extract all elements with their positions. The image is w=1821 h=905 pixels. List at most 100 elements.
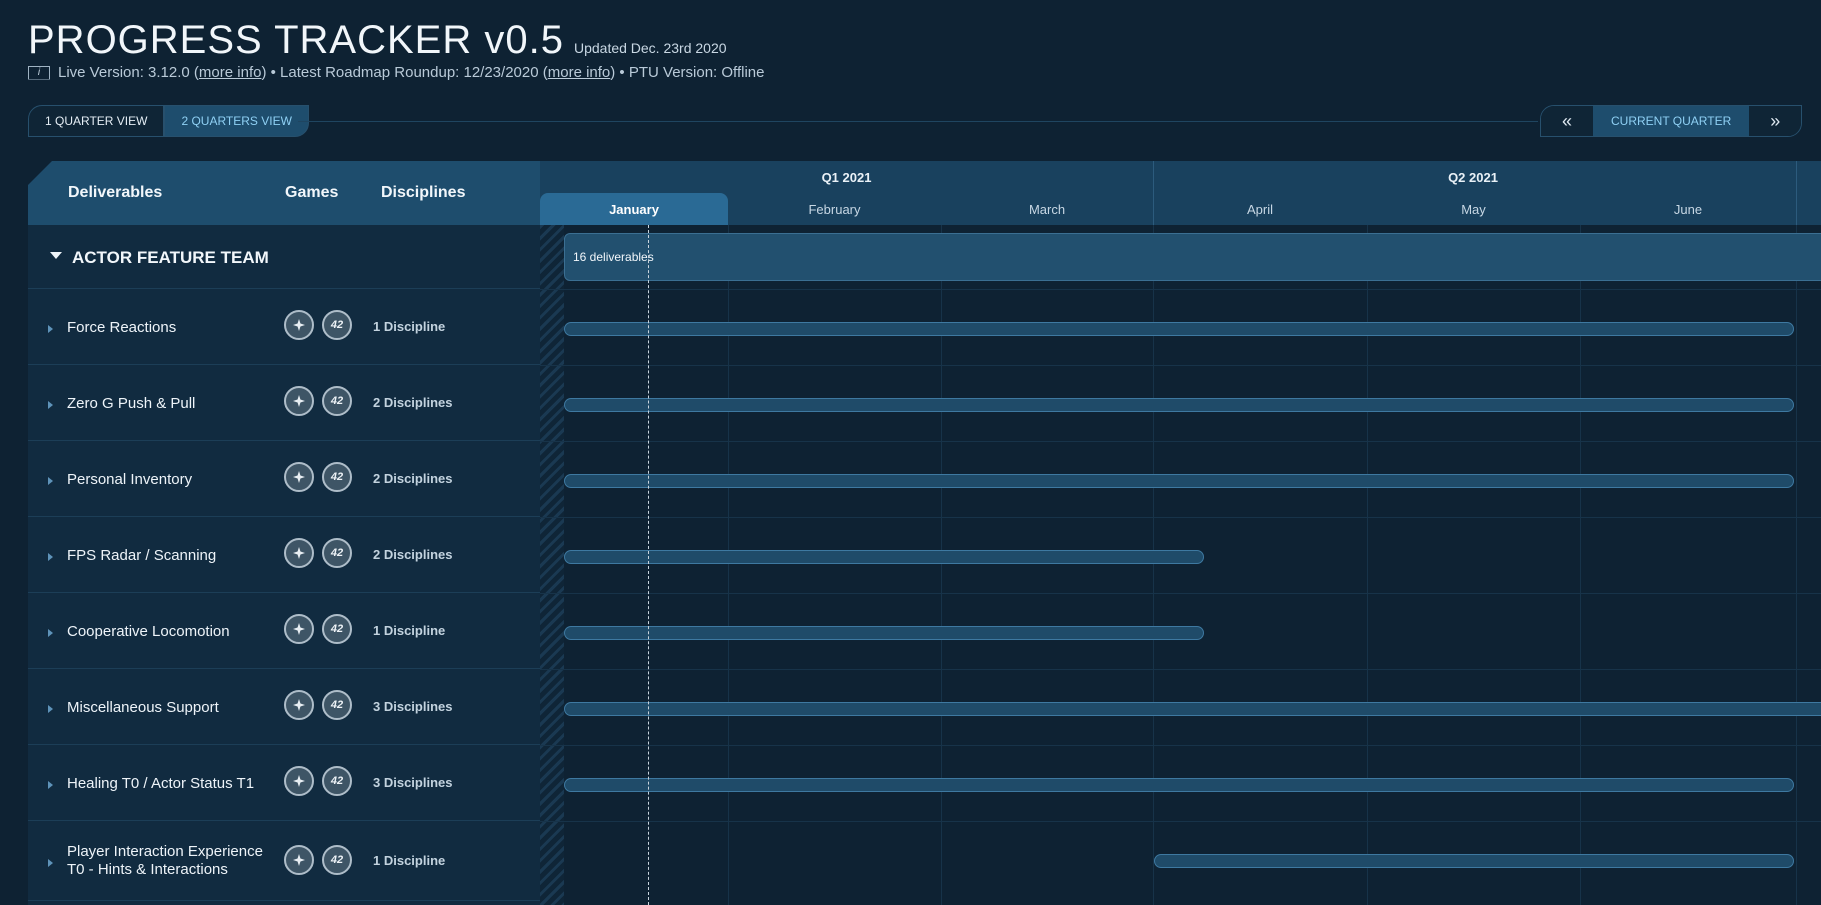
chevron-right-icon: [48, 553, 53, 561]
quarter-label: Q1 2021: [821, 170, 872, 185]
more-info-link-live[interactable]: more info: [199, 64, 262, 81]
updated-date: Updated Dec. 23rd 2020: [573, 40, 727, 56]
column-deliverables[interactable]: Deliverables: [68, 184, 162, 202]
list-item[interactable]: Cooperative Locomotion 42 1 Discipline: [28, 593, 540, 669]
squadron-42-icon: 42: [322, 690, 352, 720]
chevron-right-icon: [48, 705, 53, 713]
info-icon: i: [28, 65, 50, 80]
divider: [298, 121, 1538, 122]
star-citizen-icon: [284, 845, 314, 875]
star-citizen-icon: [284, 386, 314, 416]
discipline-count: 1 Discipline: [373, 853, 446, 868]
star-citizen-icon: [284, 538, 314, 568]
column-disciplines[interactable]: Disciplines: [381, 184, 465, 202]
timeline-header: Q1 2021 Q2 2021 January February March A…: [540, 161, 1821, 225]
deliverable-name: FPS Radar / Scanning: [67, 547, 217, 564]
deliverable-name: Zero G Push & Pull: [67, 395, 196, 412]
discipline-count: 3 Disciplines: [373, 775, 453, 790]
deliverable-name: Miscellaneous Support: [67, 699, 219, 716]
grid-line: [540, 365, 1821, 366]
column-games[interactable]: Games: [285, 184, 338, 202]
list-item[interactable]: FPS Radar / Scanning 42 2 Disciplines: [28, 517, 540, 593]
chevron-right-icon: [48, 401, 53, 409]
quarter-nav: « CURRENT QUARTER »: [1540, 105, 1803, 137]
list-item[interactable]: Miscellaneous Support 42 3 Disciplines: [28, 669, 540, 745]
page-title: PROGRESS TRACKER v0.5: [28, 18, 564, 62]
next-quarter-button[interactable]: »: [1749, 106, 1802, 136]
grid-line: [540, 593, 1821, 594]
tab-1-quarter-view[interactable]: 1 QUARTER VIEW: [28, 105, 165, 137]
squadron-42-icon: 42: [322, 538, 352, 568]
deliverable-bar[interactable]: [564, 778, 1794, 792]
grid-line: [540, 821, 1821, 822]
chevron-right-icon: [48, 477, 53, 485]
today-marker: [648, 225, 649, 905]
chevron-right-icon: [48, 859, 53, 867]
month-february: February: [808, 201, 861, 217]
discipline-count: 2 Disciplines: [373, 471, 453, 486]
grid-line: [540, 517, 1821, 518]
star-citizen-icon: [284, 310, 314, 340]
squadron-42-icon: 42: [322, 310, 352, 340]
view-tabs: 1 QUARTER VIEW 2 QUARTERS VIEW: [28, 105, 309, 137]
live-version: Live Version: 3.12.0 (: [58, 64, 199, 81]
list-item[interactable]: Zero G Push & Pull 42 2 Disciplines: [28, 365, 540, 441]
star-citizen-icon: [284, 614, 314, 644]
team-name: ACTOR FEATURE TEAM: [72, 248, 269, 267]
list-item[interactable]: Personal Inventory 42 2 Disciplines: [28, 441, 540, 517]
month-april: April: [1246, 201, 1273, 217]
squadron-42-icon: 42: [322, 766, 352, 796]
roadmap-roundup: ) • Latest Roadmap Roundup: 12/23/2020 (: [261, 64, 548, 81]
past-hatch: [540, 225, 564, 905]
deliverable-bar[interactable]: [564, 550, 1204, 564]
deliverable-bar[interactable]: [564, 626, 1204, 640]
deliverable-bar[interactable]: [564, 398, 1794, 412]
more-info-link-roadmap[interactable]: more info: [548, 64, 611, 81]
discipline-count: 1 Discipline: [373, 623, 446, 638]
list-item[interactable]: Healing T0 / Actor Status T1 42 3 Discip…: [28, 745, 540, 821]
deliverable-bar[interactable]: [564, 474, 1794, 488]
grid-line: [540, 441, 1821, 442]
deliverable-bar[interactable]: [564, 322, 1794, 336]
deliverable-name: Force Reactions: [67, 319, 177, 336]
grid-line: [1796, 225, 1797, 905]
tab-2-quarters-view[interactable]: 2 QUARTERS VIEW: [164, 105, 309, 137]
quarter-label: Q2 2021: [1448, 170, 1498, 185]
discipline-count: 1 Discipline: [373, 319, 446, 334]
squadron-42-icon: 42: [322, 614, 352, 644]
discipline-count: 2 Disciplines: [373, 547, 453, 562]
chevron-right-icon: [48, 325, 53, 333]
grid-line: [540, 745, 1821, 746]
month-january: January: [540, 193, 728, 225]
team-row[interactable]: ACTOR FEATURE TEAM: [28, 225, 540, 289]
month-june: June: [1673, 201, 1703, 217]
deliverable-name: Cooperative Locomotion: [67, 623, 230, 640]
chevron-right-icon: [48, 629, 53, 637]
current-quarter-button[interactable]: CURRENT QUARTER: [1593, 106, 1750, 136]
squadron-42-icon: 42: [322, 386, 352, 416]
squadron-42-icon: 42: [322, 845, 352, 875]
star-citizen-icon: [284, 690, 314, 720]
discipline-count: 3 Disciplines: [373, 699, 453, 714]
squadron-42-icon: 42: [322, 462, 352, 492]
grid-line: [540, 289, 1821, 290]
previous-quarter-button[interactable]: «: [1541, 106, 1593, 136]
star-citizen-icon: [284, 766, 314, 796]
list-item[interactable]: Player Interaction Experience T0 - Hints…: [28, 821, 540, 901]
deliverable-name: Healing T0 / Actor Status T1: [67, 775, 255, 792]
deliverable-name: Personal Inventory: [67, 471, 193, 488]
list-item[interactable]: Force Reactions 42 1 Discipline: [28, 289, 540, 365]
ptu-version: ) • PTU Version: Offline: [610, 64, 765, 81]
quarter-divider: [1796, 161, 1797, 225]
team-summary-bar[interactable]: 16 deliverables: [564, 233, 1821, 281]
chevron-right-icon: [48, 781, 53, 789]
deliverable-bar[interactable]: [1154, 854, 1794, 868]
grid-line: [540, 669, 1821, 670]
caret-down-icon: [50, 252, 62, 259]
deliverable-bar[interactable]: [564, 702, 1821, 716]
version-info: i Live Version: 3.12.0 (more info) • Lat…: [28, 64, 764, 81]
month-may: May: [1461, 201, 1486, 217]
discipline-count: 2 Disciplines: [373, 395, 453, 410]
month-march: March: [1028, 201, 1066, 217]
title-row: PROGRESS TRACKER v0.5 Updated Dec. 23rd …: [28, 18, 727, 63]
